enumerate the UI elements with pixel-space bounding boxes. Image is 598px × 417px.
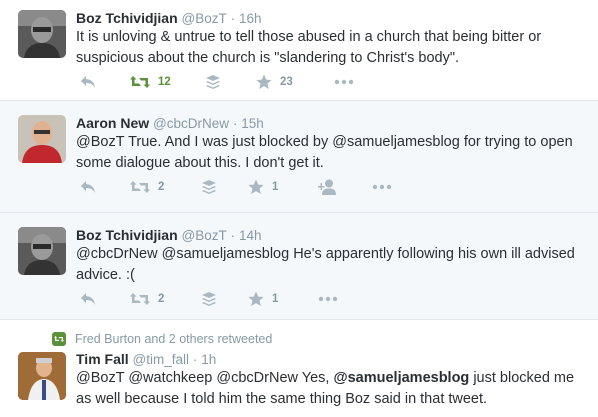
reply-button[interactable] [80, 177, 96, 197]
favorite-count: 1 [272, 181, 279, 193]
tweet[interactable]: Aaron New @cbcDrNew · 15h @BozT True. An… [0, 101, 598, 213]
more-button[interactable] [318, 289, 338, 309]
tweet[interactable]: Boz Tchividjian @BozT · 14h @cbcDrNew @s… [0, 213, 598, 320]
reply-button[interactable] [80, 72, 96, 92]
timestamp[interactable]: 1h [201, 352, 216, 367]
more-button[interactable] [372, 177, 392, 197]
tweet-header: Boz Tchividjian @BozT · 14h [76, 226, 262, 245]
retweet-button[interactable]: 2 [130, 289, 164, 309]
stack-button[interactable] [206, 72, 220, 92]
separator-dot: · [230, 11, 236, 26]
retweet-icon [130, 292, 150, 306]
author-handle[interactable]: @BozT [182, 11, 227, 26]
favorite-button[interactable]: 1 [248, 289, 278, 309]
timestamp[interactable]: 15h [241, 116, 264, 131]
retweet-badge-icon [52, 332, 66, 346]
more-icon [372, 184, 392, 190]
favorite-count: 23 [280, 76, 293, 88]
tweet-header: Boz Tchividjian @BozT · 16h [76, 9, 262, 28]
separator-dot: · [230, 228, 236, 243]
retweet-count: 2 [158, 293, 165, 305]
retweet-icon [130, 180, 150, 194]
reply-button[interactable] [80, 289, 96, 309]
reply-icon [80, 180, 96, 194]
star-icon [248, 291, 264, 307]
tweet-text-part: @BozT @watchkeep @cbcDrNew Yes, [76, 370, 334, 386]
tweet-actions: 12 23 [76, 72, 496, 92]
author-handle[interactable]: @tim_fall [133, 352, 189, 367]
retweet-count: 12 [158, 76, 171, 88]
author-name[interactable]: Aaron New [76, 115, 149, 131]
mention-link[interactable]: @samueljamesblog [333, 370, 469, 386]
author-name[interactable]: Boz Tchividjian [76, 10, 178, 26]
favorite-button[interactable]: 23 [256, 72, 293, 92]
author-handle[interactable]: @BozT [182, 228, 227, 243]
tweet-actions: 2 1 [76, 289, 496, 309]
favorite-count: 1 [272, 293, 279, 305]
tweet-actions: 2 1 [76, 177, 496, 197]
timestamp[interactable]: 14h [239, 228, 262, 243]
avatar[interactable] [18, 10, 66, 58]
stack-icon [206, 75, 220, 89]
separator-dot: · [232, 116, 238, 131]
separator-dot: · [192, 352, 198, 367]
tweet-text: @BozT True. And I was just blocked by @s… [76, 134, 573, 171]
stack-button[interactable] [202, 289, 216, 309]
reply-icon [80, 292, 96, 306]
stack-button[interactable] [202, 177, 216, 197]
retweet-button[interactable]: 2 [130, 177, 164, 197]
more-icon [334, 79, 354, 85]
tweet-text: @BozT @watchkeep @cbcDrNew Yes, @samuelj… [76, 368, 586, 410]
follow-icon [318, 179, 338, 195]
more-button[interactable] [334, 72, 354, 92]
retweet-context-label: Fred Burton and 2 others retweeted [75, 332, 273, 346]
timestamp[interactable]: 16h [239, 11, 262, 26]
reply-icon [80, 75, 96, 89]
follow-button[interactable] [318, 177, 338, 197]
stack-icon [202, 292, 216, 306]
tweet-text: It is unloving & untrue to tell those ab… [76, 29, 542, 66]
avatar[interactable] [18, 115, 66, 163]
tweet[interactable]: Boz Tchividjian @BozT · 16h It is unlovi… [0, 0, 598, 101]
star-icon [248, 179, 264, 195]
stack-icon [202, 180, 216, 194]
tweet-header: Aaron New @cbcDrNew · 15h [76, 114, 264, 133]
retweet-button[interactable]: 12 [130, 72, 171, 92]
author-name[interactable]: Boz Tchividjian [76, 227, 178, 243]
retweet-count: 2 [158, 181, 165, 193]
retweet-context[interactable]: Fred Burton and 2 others retweeted [52, 332, 272, 346]
avatar[interactable] [18, 352, 66, 400]
tweet-header: Tim Fall @tim_fall · 1h [76, 350, 216, 369]
avatar[interactable] [18, 227, 66, 275]
more-icon [318, 296, 338, 302]
favorite-button[interactable]: 1 [248, 177, 278, 197]
tweet-text: @cbcDrNew @samueljamesblog He's apparent… [76, 246, 575, 283]
author-name[interactable]: Tim Fall [76, 351, 129, 367]
author-handle[interactable]: @cbcDrNew [153, 116, 229, 131]
retweet-icon [130, 75, 150, 89]
star-icon [256, 74, 272, 90]
